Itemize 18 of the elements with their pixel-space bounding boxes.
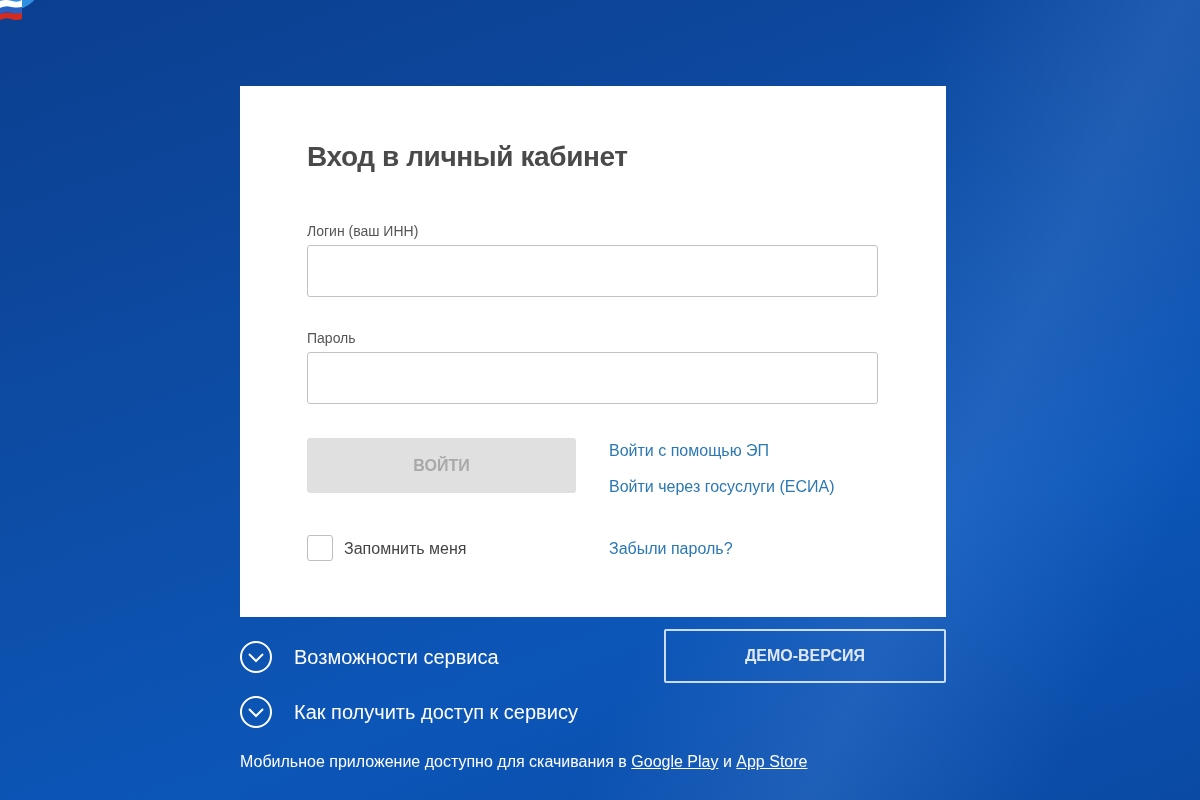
forgot-password-link[interactable]: Забыли пароль? [609,538,733,558]
field-label: Пароль [307,329,356,347]
demo-button[interactable]: ДЕМО-ВЕРСИЯ [664,629,946,683]
remember-label: Запомнить меня [344,538,467,558]
chevron-circle-icon[interactable] [240,696,272,728]
remember-checkbox[interactable] [307,535,333,561]
field-label: Логин (ваш ИНН) [307,222,419,240]
sign-in-link[interactable]: Войти через госуслуги (ЕСИА) [609,477,835,496]
login-title: Вход в личный кабинет [307,140,628,174]
footer-text: Мобильное приложение доступно для скачивания в Google Play и App Store [240,752,808,771]
section-link[interactable]: Возможности сервиса [294,645,499,669]
section-link[interactable]: Как получить доступ к сервису [294,700,578,724]
store-link[interactable]: Google Play [631,753,719,770]
store-link[interactable]: App Store [736,753,808,770]
login-field[interactable] [307,245,878,297]
sign-in-link[interactable]: Войти с помощью ЭП [609,441,770,460]
chevron-circle-icon[interactable] [240,641,272,673]
password-field[interactable] [307,352,878,404]
